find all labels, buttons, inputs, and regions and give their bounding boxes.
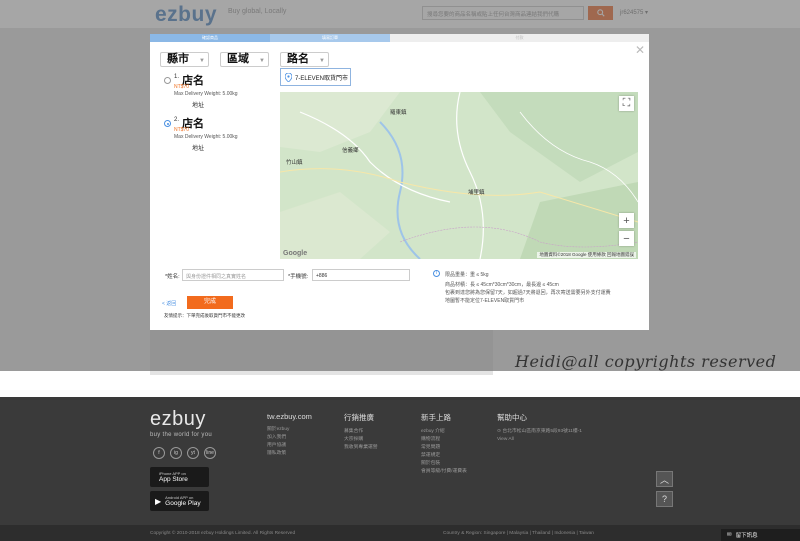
seven-eleven-tab[interactable]: 7-ELEVEN取貨門市 [280,68,351,86]
zoom-out-button[interactable]: − [619,231,634,246]
footer-col-help: 幫助中心 ⊙ 台北市松山區南京東路5段93號11樓-1 View All [497,412,587,444]
google-map[interactable]: 羅東鎮 竹山鎮 信義鄉 埔里鎮 ⛶ + − Google 地圖資料©2018 G… [280,92,638,259]
map-terrain [280,92,638,259]
footer-link[interactable]: 加入我們 [267,434,312,442]
name-input[interactable]: 與身份證件相同之真實姓名 [182,269,284,281]
progress-steps: 確認商品 填寫訂單 付款 [150,34,649,42]
play-icon: ▶ [155,496,162,506]
map-label: 羅東鎮 [390,110,407,116]
store-number: 2. [174,117,180,123]
chevron-down-icon: ▼ [199,58,205,64]
store-max-weight: Max Delivery Weight: 5.00kg [174,134,238,140]
name-label: *姓名: [165,274,180,280]
footer-link[interactable]: ezbuy 介紹 [421,428,467,436]
info-line: 商品材積：長 ≤ 45cm*30cm*30cm，最長邊 ≤ 45cm [445,282,559,288]
footer-link[interactable]: 大宗採購 [344,436,378,444]
info-line: 限品重量：重 ≤ 5kg [445,272,489,278]
step-2: 填寫訂單 [270,34,390,42]
footer: ezbuy buy the world for you f ig yt line… [0,397,800,541]
region-links[interactable]: Country & Region: Singapore | Malaysia |… [443,531,594,536]
store-radio-2[interactable] [164,120,171,127]
fullscreen-icon[interactable]: ⛶ [619,96,634,111]
store-fee: NT$70 [174,84,190,90]
map-label: 竹山鎮 [286,160,303,166]
footer-bottom-bar [0,525,800,541]
footer-col-beginner: 新手上路 ezbuy 介紹 購物流程 常見問題 禁運規定 關於包裝 會員等級/付… [421,412,467,476]
chevron-up-icon: ︿ [659,474,669,485]
footer-link[interactable]: 募集合作 [344,428,378,436]
city-dropdown-label: 縣市 [167,53,189,65]
chevron-down-icon: ▼ [319,58,325,64]
instagram-icon[interactable]: ig [170,447,182,459]
footer-link[interactable]: 會員等級/付費/運費表 [421,468,467,476]
footer-address: ⊙ 台北市松山區南京東路5段93號11樓-1 [497,428,587,436]
app-store-big: App Store [159,476,188,483]
store-radio-1[interactable] [164,77,171,84]
district-dropdown-label: 區域 [227,53,249,65]
line-icon[interactable]: line [204,447,216,459]
store-fee: NT$70 [174,127,190,133]
city-dropdown[interactable]: 縣市 ▼ [160,52,209,67]
copyright-watermark: Heidi@all copyrights reserved [515,352,777,371]
step-1: 確認商品 [150,34,270,42]
done-button[interactable]: 完成 [187,296,233,309]
page: ezbuy Buy global, Locally 搜尋您要的商品名稱或貼上任何… [0,0,800,541]
footer-tagline: buy the world for you [150,432,212,438]
back-link[interactable]: < 返回 [162,300,176,307]
info-icon: i [433,270,440,277]
store-address: 地址 [192,103,205,109]
store-max-weight: Max Delivery Weight: 5.00kg [174,91,238,97]
footer-logo: ezbuy [150,408,206,430]
footer-col-title: tw.ezbuy.com [267,412,312,421]
google-play-big: Google Play [165,500,201,507]
step-3: 付款 [515,35,524,40]
leave-message-button[interactable]: ✉ 留下訊息 [721,529,800,541]
facebook-icon[interactable]: f [153,447,165,459]
close-icon[interactable]: ✕ [635,43,645,57]
youtube-icon[interactable]: yt [187,447,199,459]
road-dropdown[interactable]: 路名 ▼ [280,52,329,67]
footer-link[interactable]: 常見問題 [421,444,467,452]
footer-link[interactable]: 禁運規定 [421,452,467,460]
road-dropdown-label: 路名 [287,53,309,65]
footer-link[interactable]: 購物流程 [421,436,467,444]
google-logo: Google [283,250,308,257]
store-picker-modal: 確認商品 填寫訂單 付款 ✕ 縣市 ▼ 區域 ▼ 路名 ▼ 1. 店名 NT$70 M… [150,34,649,330]
phone-label: *手機號: [288,274,309,280]
leave-message-label: 留下訊息 [735,533,758,539]
store-number: 1. [174,74,180,80]
footer-col-marketing: 行銷推廣 募集合作 大宗採購 我收到專業運營 [344,412,378,452]
question-icon: ? [661,494,667,504]
footer-col-title: 行銷推廣 [344,413,374,422]
footer-address-text: 台北市松山區南京東路5段93號11樓-1 [502,429,582,434]
back-to-top-button[interactable]: ︿ [656,471,673,487]
map-label: 信義鄉 [342,148,359,154]
app-store-button[interactable]: iPhone APP on App Store [150,467,209,487]
mail-icon: ✉ [727,532,732,538]
footer-link[interactable]: 我收到專業運營 [344,444,378,452]
footer-link[interactable]: 用戶協議 [267,442,312,450]
phone-input[interactable]: +886 [312,269,410,281]
seven-eleven-tab-label: 7-ELEVEN取貨門市 [295,75,349,82]
footer-col-title: 幫助中心 [497,413,527,422]
help-button[interactable]: ? [656,491,673,507]
footer-view-all[interactable]: View All [497,436,587,444]
google-play-button[interactable]: ▶ Android APP on Google Play [150,491,209,511]
friendly-hint: 友情提示：下單完成後取貨門市不能更改 [164,313,245,318]
footer-link[interactable]: 關於ezbuy [267,426,312,434]
map-pin-icon [285,72,292,82]
info-line: 包裹到達您將為您保留7天，如超過7天將退回，再次寄送需要另外支付運費 [445,290,611,296]
footer-col-site: tw.ezbuy.com 關於ezbuy 加入我們 用戶協議 隱私政策 [267,412,312,458]
copyright-text: Copyright © 2010-2018 ezbuy Holdings Lim… [150,531,296,536]
map-label: 埔里鎮 [468,190,485,196]
store-address: 地址 [192,146,205,152]
chevron-down-icon: ▼ [259,58,265,64]
footer-link[interactable]: 關於包裝 [421,460,467,468]
footer-col-title: 新手上路 [421,413,451,422]
zoom-in-button[interactable]: + [619,213,634,228]
footer-link[interactable]: 隱私政策 [267,450,312,458]
map-attribution: 地圖資料©2018 Google 使用條款 回報地圖錯誤 [537,252,636,258]
district-dropdown[interactable]: 區域 ▼ [220,52,269,67]
info-line: 地圖暫不能定位7-ELEVEN取貨門市 [445,298,525,304]
